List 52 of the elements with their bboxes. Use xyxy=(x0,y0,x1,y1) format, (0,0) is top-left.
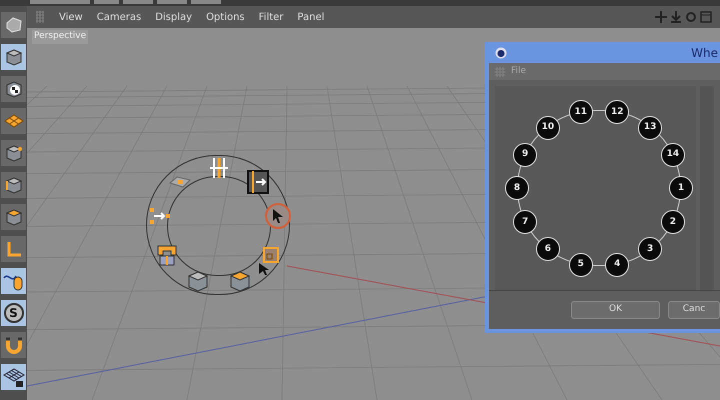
cube-icon xyxy=(4,175,24,195)
grip-icon xyxy=(495,66,505,77)
wheel-node[interactable]: 8 xyxy=(505,176,529,200)
tool-button[interactable] xyxy=(1,204,26,230)
dialog-button[interactable]: Canc xyxy=(668,301,720,320)
arrow-dots-icon xyxy=(148,206,171,226)
wheel-node[interactable]: 10 xyxy=(536,116,560,140)
wheel-node[interactable]: 3 xyxy=(638,237,662,262)
tool-button[interactable] xyxy=(1,268,26,294)
tool-button[interactable] xyxy=(1,172,26,198)
wheel-node[interactable]: 1 xyxy=(669,176,693,200)
menu-item[interactable]: Options xyxy=(206,10,245,24)
wheel-node[interactable]: 12 xyxy=(605,100,630,124)
sliders-icon xyxy=(207,157,231,179)
app-logo-icon xyxy=(495,46,507,59)
wheel-node[interactable]: 2 xyxy=(660,210,685,234)
wheel-node[interactable]: 9 xyxy=(513,142,538,167)
wheel-node[interactable]: 4 xyxy=(605,252,630,277)
wheel-node[interactable]: 6 xyxy=(536,237,560,262)
cube-icon xyxy=(4,207,24,227)
lock-grid-icon xyxy=(2,366,24,388)
tool-button[interactable] xyxy=(1,332,26,358)
cube-icon xyxy=(4,47,24,67)
wheel-node[interactable]: 11 xyxy=(568,100,593,124)
tool-button[interactable] xyxy=(1,76,26,102)
magnet-icon xyxy=(4,335,24,355)
dialog-button[interactable]: OK xyxy=(571,301,660,320)
wheel-node[interactable]: 5 xyxy=(568,252,593,277)
grip-icon xyxy=(35,11,45,23)
menu-item[interactable]: Cameras xyxy=(96,10,142,24)
cube-icon xyxy=(4,143,24,163)
wheel-node[interactable]: 14 xyxy=(660,142,685,167)
wheel-node[interactable]: 13 xyxy=(638,116,662,140)
tool-button[interactable] xyxy=(1,364,26,390)
viewport-label: Perspective xyxy=(32,30,88,44)
plane-icon xyxy=(169,174,192,189)
sculpt-icon xyxy=(4,15,24,35)
dialog-title: Whe xyxy=(691,44,718,62)
menu-item[interactable]: View xyxy=(59,10,83,24)
menu-item[interactable]: Filter xyxy=(258,10,284,24)
checker-cube-icon xyxy=(4,79,24,99)
polygon-grid-icon xyxy=(4,113,24,129)
mouse-pointer-icon xyxy=(258,262,270,276)
menu-item[interactable]: Display xyxy=(155,10,192,24)
pie-item[interactable] xyxy=(244,168,271,195)
menu-item[interactable]: Panel xyxy=(297,10,324,24)
pie-item[interactable] xyxy=(265,202,292,229)
tool-button[interactable] xyxy=(1,140,26,166)
cursor-icon xyxy=(271,208,286,224)
tool-button[interactable] xyxy=(1,44,26,70)
square-icon xyxy=(262,247,279,263)
wheel-node[interactable]: 7 xyxy=(513,210,538,234)
